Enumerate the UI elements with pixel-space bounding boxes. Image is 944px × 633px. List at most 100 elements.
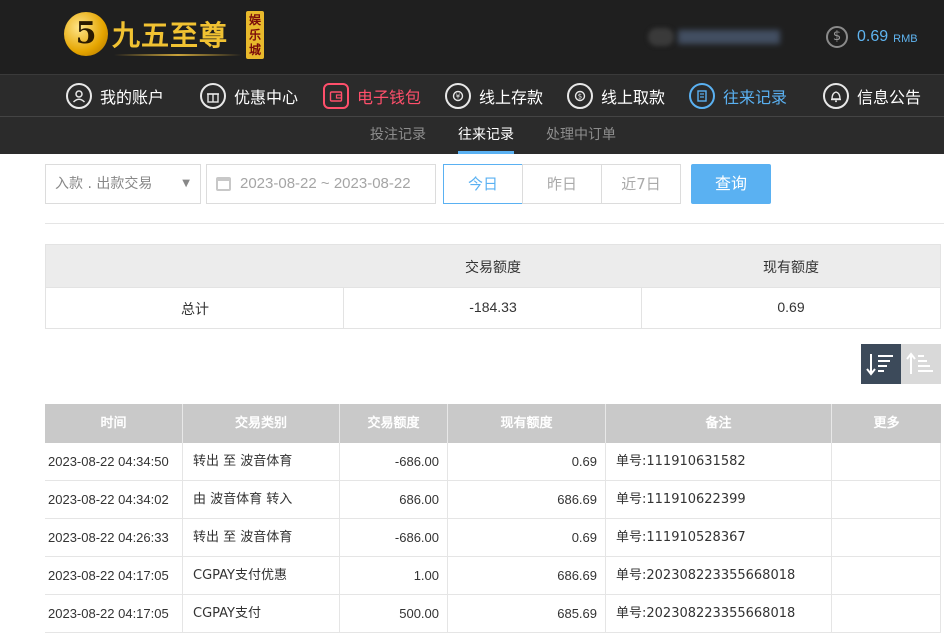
cell-type: CGPAY支付: [183, 595, 340, 633]
summary-total-label: 总计: [181, 302, 209, 318]
table-row[interactable]: 2023-08-22 04:17:05 CGPAY支付 500.00 685.6…: [45, 595, 941, 633]
summary-row-divider: [46, 287, 940, 288]
top-header: 5 九五至尊 娱 乐 城 $ 0.69 RMB: [0, 0, 944, 74]
username-redacted: [678, 30, 780, 44]
tab-transaction-records[interactable]: 往来记录: [458, 117, 514, 154]
cell-remark: 单号:202308223355668018: [606, 557, 832, 595]
cell-more[interactable]: [832, 595, 941, 633]
cell-more[interactable]: [832, 519, 941, 557]
column-amount[interactable]: 交易额度: [340, 404, 448, 443]
gift-icon: [200, 83, 226, 109]
nav-e-wallet[interactable]: 电子钱包: [323, 75, 421, 117]
cell-amount: 500.00: [340, 595, 448, 633]
cell-type: 转出 至 波音体育: [183, 443, 340, 481]
nav-announcements[interactable]: 信息公告: [823, 75, 921, 117]
summary-header-balance: 现有额度: [763, 260, 819, 276]
cell-type: CGPAY支付优惠: [183, 557, 340, 595]
summary-table: 交易额度 现有额度 总计 -184.33 0.69: [45, 244, 941, 329]
logo-mark: 5: [64, 12, 108, 56]
sort-desc-icon: [866, 354, 893, 376]
cell-remark: 单号:202308223355668018: [606, 595, 832, 633]
records-icon: [689, 83, 715, 109]
wallet-icon: [323, 83, 349, 109]
cell-time: 2023-08-22 04:17:05: [45, 557, 183, 595]
cell-time: 2023-08-22 04:17:05: [45, 595, 183, 633]
cell-amount: -686.00: [340, 443, 448, 481]
cell-balance: 0.69: [448, 443, 606, 481]
nav-transaction-records[interactable]: 往来记录: [689, 75, 787, 117]
username-blurred: [648, 28, 782, 46]
cell-remark: 单号:111910528367: [606, 519, 832, 557]
nav-label: 优惠中心: [234, 88, 299, 107]
table-row[interactable]: 2023-08-22 04:34:02 由 波音体育 转入 686.00 686…: [45, 481, 941, 519]
user-icon: [66, 83, 92, 109]
tab-bet-records[interactable]: 投注记录: [370, 117, 426, 154]
query-button[interactable]: 查询: [691, 164, 771, 204]
avatar: [648, 28, 674, 46]
column-time[interactable]: 时间: [45, 404, 183, 443]
tab-pending-orders[interactable]: 处理中订单: [546, 117, 616, 154]
cell-more[interactable]: [832, 481, 941, 519]
sub-nav: 投注记录 往来记录 处理中订单: [0, 116, 944, 154]
column-more[interactable]: 更多: [832, 404, 941, 443]
column-type[interactable]: 交易类别: [183, 404, 340, 443]
caret-down-icon: ▼: [182, 178, 190, 189]
nav-online-withdraw[interactable]: $ 线上取款: [567, 75, 665, 117]
svg-text:$: $: [578, 93, 582, 101]
range-last7days-button[interactable]: 近7日: [601, 164, 681, 204]
bell-icon: [823, 83, 849, 109]
range-today-button[interactable]: 今日: [443, 164, 523, 204]
brand-logo[interactable]: 5 九五至尊 娱 乐 城: [62, 8, 272, 66]
brand-badge-char-3: 城: [248, 43, 261, 57]
balance-unit: RMB: [893, 33, 918, 45]
cell-balance: 685.69: [448, 595, 606, 633]
cell-amount: 686.00: [340, 481, 448, 519]
summary-total-balance: 0.69: [777, 299, 805, 315]
cell-time: 2023-08-22 04:34:50: [45, 443, 183, 481]
column-balance[interactable]: 现有额度: [448, 404, 606, 443]
account-balance: $ 0.69 RMB: [826, 25, 918, 49]
divider: [45, 223, 944, 224]
cell-amount: -686.00: [340, 519, 448, 557]
cell-time: 2023-08-22 04:34:02: [45, 481, 183, 519]
cell-remark: 单号:111910631582: [606, 443, 832, 481]
table-row[interactable]: 2023-08-22 04:26:33 转出 至 波音体育 -686.00 0.…: [45, 519, 941, 557]
cell-balance: 0.69: [448, 519, 606, 557]
cell-balance: 686.69: [448, 557, 606, 595]
sort-asc-icon: [906, 352, 933, 374]
range-yesterday-button[interactable]: 昨日: [522, 164, 602, 204]
cell-amount: 1.00: [340, 557, 448, 595]
table-row[interactable]: 2023-08-22 04:34:50 转出 至 波音体育 -686.00 0.…: [45, 443, 941, 481]
column-remark[interactable]: 备注: [606, 404, 832, 443]
nav-label: 我的账户: [100, 88, 165, 107]
nav-label: 线上取款: [601, 88, 666, 107]
sort-ascending-button[interactable]: [901, 344, 941, 384]
logo-divider: [114, 54, 242, 56]
sort-descending-button[interactable]: [861, 344, 901, 384]
nav-my-account[interactable]: 我的账户: [66, 75, 164, 117]
transaction-type-value: 入款 . 出款交易: [55, 176, 153, 192]
table-header: 时间 交易类别 交易额度 现有额度 备注 更多: [45, 404, 941, 443]
nav-label: 往来记录: [723, 88, 788, 107]
cell-type: 由 波音体育 转入: [183, 481, 340, 519]
cell-more[interactable]: [832, 557, 941, 595]
nav-label: 信息公告: [857, 88, 922, 107]
dollar-icon: $: [826, 26, 848, 48]
summary-total-amount: -184.33: [469, 299, 517, 315]
nav-label: 电子钱包: [357, 88, 422, 107]
cell-type: 转出 至 波音体育: [183, 519, 340, 557]
cell-remark: 单号:111910622399: [606, 481, 832, 519]
cell-time: 2023-08-22 04:26:33: [45, 519, 183, 557]
calendar-icon: [216, 177, 231, 191]
brand-badge-char-1: 娱: [248, 13, 261, 27]
date-range-input[interactable]: 2023-08-22 ~ 2023-08-22: [206, 164, 436, 204]
transaction-type-select[interactable]: 入款 . 出款交易 ▼: [45, 164, 201, 204]
nav-promotions[interactable]: 优惠中心: [200, 75, 298, 117]
cell-more[interactable]: [832, 443, 941, 481]
nav-online-deposit[interactable]: ¥ 线上存款: [445, 75, 543, 117]
deposit-icon: ¥: [445, 83, 471, 109]
brand-badge: 娱 乐 城: [246, 11, 264, 59]
brand-badge-char-2: 乐: [248, 28, 261, 42]
table-row[interactable]: 2023-08-22 04:17:05 CGPAY支付优惠 1.00 686.6…: [45, 557, 941, 595]
balance-value: 0.69: [857, 28, 889, 45]
